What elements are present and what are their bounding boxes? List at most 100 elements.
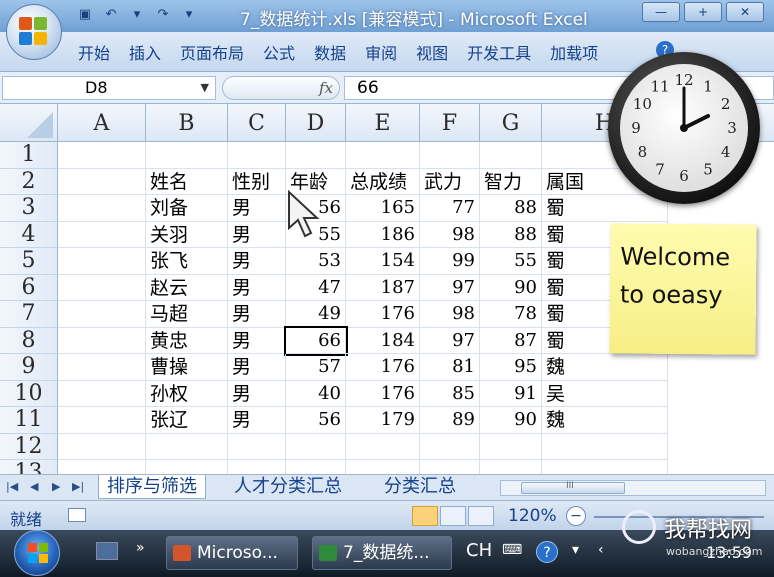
column-header-e[interactable]: E <box>346 104 420 142</box>
grid-cell[interactable] <box>420 433 480 460</box>
row-header[interactable]: 4 <box>0 221 58 248</box>
data-cell[interactable]: 男 <box>228 380 286 407</box>
data-cell[interactable]: 90 <box>480 407 542 434</box>
tab-addins[interactable]: 加载项 <box>550 40 598 64</box>
office-button[interactable] <box>6 4 62 60</box>
select-all-button[interactable] <box>0 104 58 142</box>
tab-insert[interactable]: 插入 <box>129 40 161 64</box>
grid-cell[interactable] <box>146 142 228 169</box>
grid-cell[interactable] <box>420 460 480 474</box>
row-header[interactable]: 8 <box>0 327 58 354</box>
macro-record-icon[interactable] <box>68 508 86 522</box>
redo-icon[interactable]: ↷ <box>154 6 172 24</box>
page-layout-view-button[interactable] <box>440 506 466 526</box>
grid-cell[interactable] <box>58 354 146 381</box>
row-header[interactable]: 9 <box>0 354 58 381</box>
grid-cell[interactable] <box>58 274 146 301</box>
data-cell[interactable]: 魏 <box>542 407 668 434</box>
data-cell[interactable]: 66 <box>284 325 348 356</box>
data-cell[interactable]: 176 <box>346 301 420 328</box>
data-cell[interactable]: 男 <box>228 274 286 301</box>
data-cell[interactable]: 56 <box>286 407 346 434</box>
tray-options-icon[interactable]: ▾ <box>572 542 579 558</box>
grid-cell[interactable] <box>346 142 420 169</box>
data-cell[interactable]: 87 <box>480 327 542 354</box>
grid-cell[interactable] <box>228 142 286 169</box>
show-desktop-icon[interactable] <box>96 542 118 560</box>
data-cell[interactable]: 男 <box>228 301 286 328</box>
tab-data[interactable]: 数据 <box>314 40 346 64</box>
horizontal-scrollbar[interactable]: III <box>500 480 766 496</box>
data-cell[interactable]: 男 <box>228 221 286 248</box>
data-cell[interactable]: 91 <box>480 380 542 407</box>
data-cell[interactable]: 男 <box>228 354 286 381</box>
data-cell[interactable]: 魏 <box>542 354 668 381</box>
data-cell[interactable]: 88 <box>480 221 542 248</box>
taskbar-overflow-icon[interactable]: » <box>136 540 145 556</box>
grid-cell[interactable] <box>58 380 146 407</box>
grid-cell[interactable] <box>146 433 228 460</box>
tab-home[interactable]: 开始 <box>78 40 110 64</box>
data-cell[interactable]: 99 <box>420 248 480 275</box>
grid-cell[interactable] <box>58 301 146 328</box>
row-header[interactable]: 11 <box>0 407 58 434</box>
grid-cell[interactable] <box>286 460 346 474</box>
qat-customize-icon[interactable]: ▾ <box>180 6 198 24</box>
minimize-button[interactable]: — <box>642 2 680 22</box>
data-cell[interactable]: 49 <box>286 301 346 328</box>
data-cell[interactable]: 179 <box>346 407 420 434</box>
grid-cell[interactable] <box>58 168 146 195</box>
data-cell[interactable]: 53 <box>286 248 346 275</box>
next-sheet-icon[interactable]: ▶ <box>52 480 60 493</box>
row-header[interactable]: 2 <box>0 168 58 195</box>
tab-formulas[interactable]: 公式 <box>263 40 295 64</box>
grid-cell[interactable] <box>146 460 228 474</box>
row-header[interactable]: 6 <box>0 274 58 301</box>
data-cell[interactable]: 黄忠 <box>146 327 228 354</box>
input-language[interactable]: CH <box>466 540 492 561</box>
data-cell[interactable]: 赵云 <box>146 274 228 301</box>
close-button[interactable]: ✕ <box>726 2 764 22</box>
data-cell[interactable]: 78 <box>480 301 542 328</box>
tray-expand-icon[interactable]: ‹ <box>598 542 604 558</box>
column-header-d[interactable]: D <box>286 104 346 142</box>
sheet-tab-talent-subtotal[interactable]: 人才分类汇总 <box>226 475 350 499</box>
row-header[interactable]: 10 <box>0 380 58 407</box>
grid-cell[interactable] <box>286 433 346 460</box>
grid-cell[interactable] <box>286 142 346 169</box>
data-cell[interactable]: 154 <box>346 248 420 275</box>
zoom-out-button[interactable]: − <box>566 506 586 526</box>
grid-cell[interactable] <box>420 142 480 169</box>
data-cell[interactable]: 176 <box>346 380 420 407</box>
help-tray-icon[interactable]: ? <box>536 541 558 563</box>
save-icon[interactable]: ▣ <box>76 6 94 24</box>
row-header[interactable]: 7 <box>0 301 58 328</box>
taskbar-item-powerpoint[interactable]: Microso... <box>166 536 298 570</box>
page-break-view-button[interactable] <box>468 506 494 526</box>
row-header[interactable]: 1 <box>0 142 58 169</box>
sheet-tab-subtotal[interactable]: 分类汇总 <box>376 475 464 499</box>
grid-cell[interactable] <box>346 460 420 474</box>
data-cell[interactable]: 90 <box>480 274 542 301</box>
grid-cell[interactable] <box>58 142 146 169</box>
data-cell[interactable]: 89 <box>420 407 480 434</box>
data-cell[interactable]: 40 <box>286 380 346 407</box>
data-cell[interactable]: 184 <box>346 327 420 354</box>
header-cell[interactable]: 总成绩 <box>346 168 420 195</box>
tab-page-layout[interactable]: 页面布局 <box>180 40 244 64</box>
data-cell[interactable]: 47 <box>286 274 346 301</box>
data-cell[interactable]: 关羽 <box>146 221 228 248</box>
data-cell[interactable]: 97 <box>420 327 480 354</box>
grid-cell[interactable] <box>58 248 146 275</box>
data-cell[interactable]: 97 <box>420 274 480 301</box>
insert-function-icon[interactable]: fx <box>319 79 333 97</box>
name-box[interactable]: D8 ▼ <box>2 76 216 100</box>
start-button[interactable] <box>14 530 60 576</box>
prev-sheet-icon[interactable]: ◀ <box>30 480 38 493</box>
grid-cell[interactable] <box>480 433 542 460</box>
data-cell[interactable]: 曹操 <box>146 354 228 381</box>
data-cell[interactable]: 男 <box>228 248 286 275</box>
header-cell[interactable]: 姓名 <box>146 168 228 195</box>
data-cell[interactable]: 张辽 <box>146 407 228 434</box>
data-cell[interactable]: 85 <box>420 380 480 407</box>
